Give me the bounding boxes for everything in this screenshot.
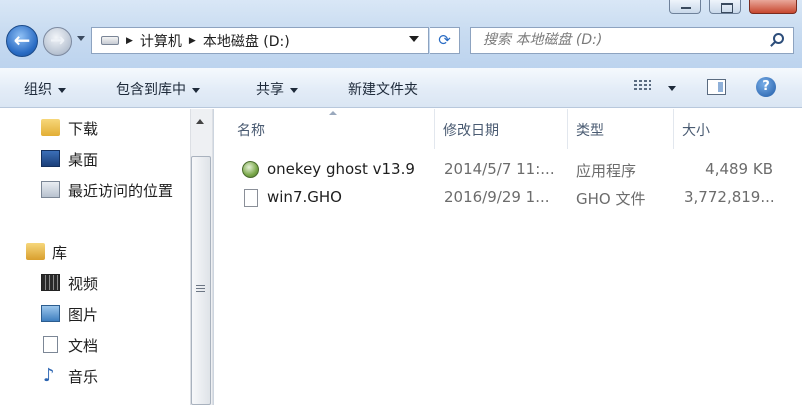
column-header-date-modified[interactable]: 修改日期 — [443, 120, 499, 140]
nav-label: 最近访问的位置 — [68, 182, 174, 200]
recent-places-icon — [41, 181, 60, 198]
address-dropdown-icon[interactable] — [409, 36, 419, 42]
include-in-library-menu[interactable]: 包含到库中 — [116, 79, 200, 99]
nav-item-downloads[interactable]: 下载 — [0, 116, 190, 140]
breadcrumb-separator-icon: ▶ — [126, 35, 133, 46]
file-icon — [244, 189, 258, 207]
scroll-grip-icon — [196, 285, 205, 293]
ghost-app-icon — [242, 161, 259, 178]
share-menu[interactable]: 共享 — [256, 79, 298, 99]
file-type: 应用程序 — [576, 162, 637, 180]
include-in-library-label: 包含到库中 — [116, 82, 186, 98]
pictures-icon — [41, 305, 60, 322]
nav-label: 桌面 — [68, 151, 99, 169]
nav-item-pictures[interactable]: 图片 — [0, 302, 190, 326]
breadcrumb-drive-d[interactable]: 本地磁盘 (D:) — [203, 31, 290, 51]
nav-label: 下载 — [68, 120, 99, 138]
music-icon: ♪ — [43, 365, 55, 386]
file-size: 4,489 KB — [705, 160, 773, 178]
breadcrumb-computer[interactable]: 计算机 — [140, 31, 182, 51]
libraries-icon — [26, 243, 45, 260]
sort-ascending-icon — [329, 111, 337, 115]
nav-label: 视频 — [68, 275, 99, 293]
nav-label: 音乐 — [68, 368, 99, 386]
search-icon[interactable] — [773, 33, 784, 44]
nav-item-music[interactable]: ♪ 音乐 — [0, 364, 190, 388]
chevron-down-icon — [58, 87, 66, 93]
column-header-name[interactable]: 名称 — [237, 120, 265, 140]
file-list: 名称 修改日期 类型 大小 — [214, 109, 802, 405]
recent-pages-arrow-icon[interactable] — [77, 36, 85, 41]
minimize-button[interactable] — [669, 0, 701, 14]
file-type: GHO 文件 — [576, 190, 646, 208]
nav-label: 图片 — [68, 306, 99, 324]
desktop-icon — [41, 150, 60, 167]
nav-item-documents[interactable]: 文档 — [0, 333, 190, 357]
download-folder-icon — [41, 119, 60, 136]
column-header-type[interactable]: 类型 — [576, 120, 604, 140]
new-folder-label: 新建文件夹 — [348, 82, 418, 98]
navigation-pane: 下载 桌面 最近访问的位置 库 视频 图片 文档 ♪ 音乐 — [0, 109, 190, 405]
search-placeholder: 搜索 本地磁盘 (D:) — [483, 32, 603, 48]
nav-scrollbar-thumb[interactable] — [191, 156, 211, 405]
organize-menu[interactable]: 组织 — [24, 79, 66, 99]
file-date: 2014/5/7 11:... — [444, 160, 555, 178]
chevron-down-icon — [192, 87, 200, 93]
back-button[interactable]: ← — [6, 25, 38, 57]
column-divider[interactable] — [434, 109, 435, 149]
share-label: 共享 — [256, 82, 284, 98]
nav-item-desktop[interactable]: 桌面 — [0, 147, 190, 171]
scroll-up-icon[interactable] — [196, 119, 204, 124]
help-icon[interactable]: ? — [756, 77, 776, 97]
column-header-size[interactable]: 大小 — [682, 120, 710, 140]
file-size: 3,772,819... — [684, 188, 775, 206]
back-arrow-icon: ← — [13, 28, 31, 52]
file-row[interactable]: win7.GHO 2016/9/29 1... GHO 文件 3,772,819… — [214, 184, 802, 210]
column-divider[interactable] — [567, 109, 568, 149]
maximize-button[interactable] — [709, 0, 741, 14]
chevron-down-icon — [290, 87, 298, 93]
address-bar[interactable]: ▶ 计算机 ▶ 本地磁盘 (D:) — [91, 27, 429, 54]
search-input[interactable]: 搜索 本地磁盘 (D:) — [470, 27, 794, 54]
refresh-button[interactable]: ⟳ — [430, 27, 460, 54]
breadcrumb-separator-icon: ▶ — [188, 35, 196, 46]
documents-icon — [43, 336, 58, 353]
close-button[interactable] — [749, 0, 797, 14]
drive-icon — [101, 36, 119, 45]
preview-pane-icon[interactable] — [707, 79, 726, 95]
nav-label: 文档 — [68, 337, 99, 355]
column-divider[interactable] — [673, 109, 674, 149]
file-name: onekey ghost v13.9 — [267, 160, 415, 178]
file-name: win7.GHO — [267, 188, 342, 206]
video-icon — [41, 274, 60, 291]
nav-item-recent-places[interactable]: 最近访问的位置 — [0, 178, 190, 202]
file-row[interactable]: onekey ghost v13.9 2014/5/7 11:... 应用程序 … — [214, 156, 802, 182]
nav-item-video[interactable]: 视频 — [0, 271, 190, 295]
refresh-icon: ⟳ — [438, 31, 451, 49]
change-view-icon[interactable] — [634, 80, 651, 94]
view-options-arrow-icon[interactable] — [668, 86, 676, 91]
file-date: 2016/9/29 1... — [444, 188, 550, 206]
new-folder-button[interactable]: 新建文件夹 — [348, 79, 418, 99]
forward-button[interactable]: → — [43, 27, 72, 56]
forward-arrow-icon: → — [49, 30, 66, 51]
command-bar: 组织 包含到库中 共享 新建文件夹 — [0, 68, 802, 108]
nav-label: 库 — [52, 244, 68, 262]
organize-label: 组织 — [24, 82, 52, 98]
nav-item-libraries[interactable]: 库 — [0, 240, 190, 264]
